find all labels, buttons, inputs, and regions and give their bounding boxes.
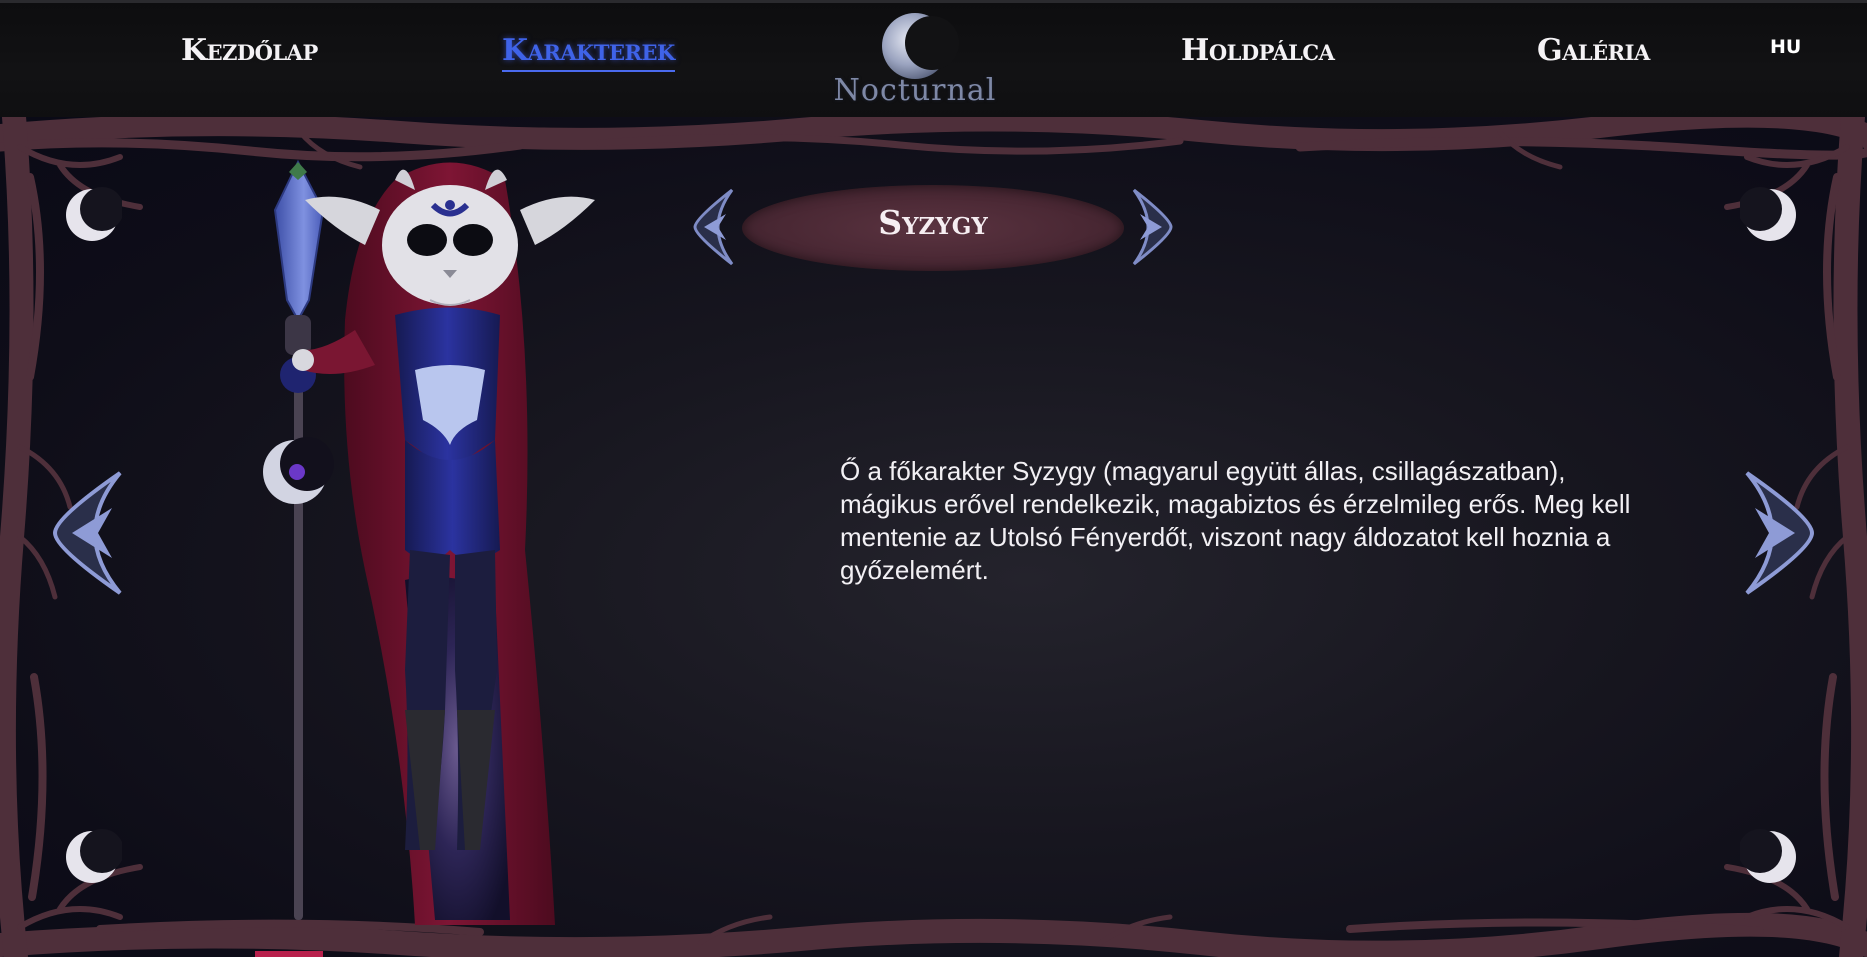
footer-accent-bar	[255, 951, 323, 957]
nav-characters-link[interactable]: Karakterek	[502, 33, 675, 72]
logo-text: Nocturnal	[833, 73, 997, 108]
nav-gallery-link[interactable]: Galéria	[1537, 33, 1650, 68]
nav-home-link[interactable]: Kezdőlap	[181, 33, 318, 68]
character-name: Syzygy	[878, 203, 988, 242]
page: Kezdőlap Karakterek Nocturnal Holdpálca …	[0, 0, 1867, 957]
corner-crescent-moon-icon	[66, 187, 122, 241]
next-character-big-chevron-right-icon[interactable]	[1737, 468, 1817, 598]
nocturnal-logo[interactable]: Nocturnal	[825, 13, 1005, 113]
character-description: Ő a főkarakter Syzygy (magyarul együtt á…	[840, 456, 1631, 585]
language-selector[interactable]: HU	[1770, 36, 1801, 58]
corner-crescent-moon-icon	[1740, 829, 1796, 883]
corner-crescent-moon-icon	[66, 829, 122, 883]
next-character-chevron-right-icon[interactable]	[1128, 187, 1174, 267]
previous-character-big-chevron-left-icon[interactable]	[50, 468, 130, 598]
top-navigation: Kezdőlap Karakterek Nocturnal Holdpálca …	[0, 0, 1867, 117]
nav-moonwand-link[interactable]: Holdpálca	[1181, 33, 1335, 68]
character-illustration	[263, 159, 595, 925]
previous-character-chevron-left-icon[interactable]	[692, 187, 738, 267]
corner-crescent-moon-icon	[1740, 187, 1796, 241]
